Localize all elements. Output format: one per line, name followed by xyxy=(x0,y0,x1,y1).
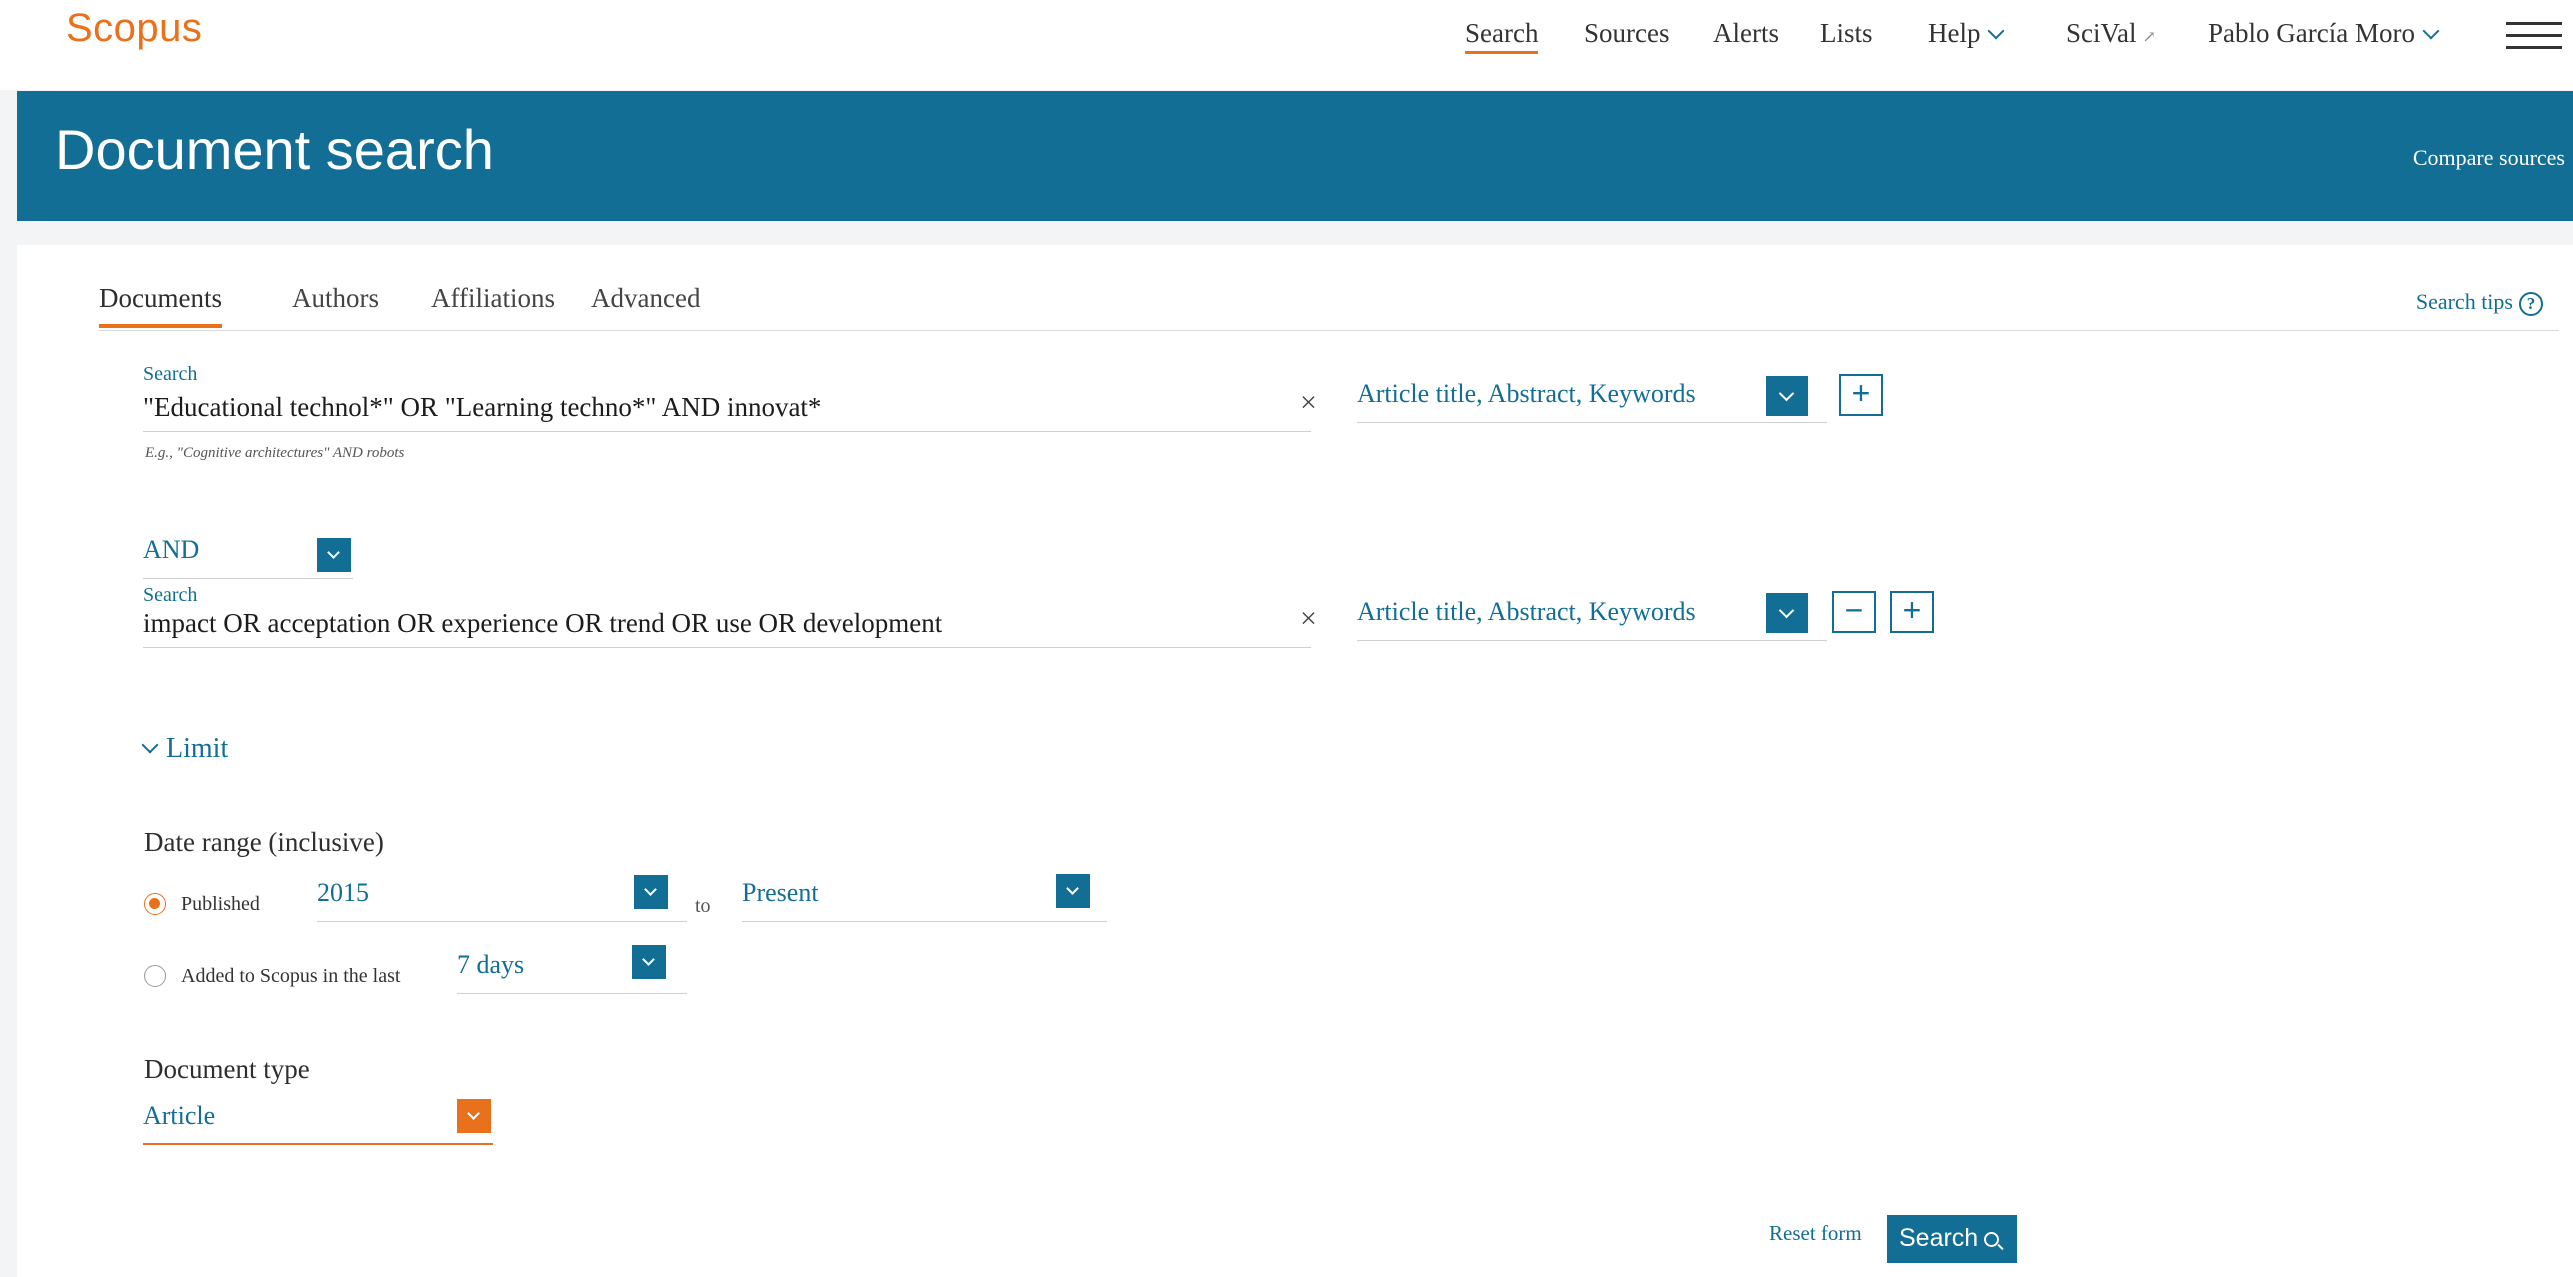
to-year-select[interactable]: Present xyxy=(742,878,1107,922)
from-year-select[interactable]: 2015 xyxy=(317,878,687,922)
search-field-dropdown-2[interactable] xyxy=(1766,593,1808,633)
page-header: Document search Compare sources xyxy=(17,91,2573,221)
nav-user-menu[interactable]: Pablo García Moro xyxy=(2208,18,2440,49)
tab-affiliations[interactable]: Affiliations xyxy=(431,283,555,314)
added-period-value: 7 days xyxy=(457,950,525,979)
chevron-down-icon xyxy=(1987,22,2005,40)
search-tips-label: Search tips xyxy=(2415,289,2513,314)
search-field-select-1[interactable]: Article title, Abstract, Keywords xyxy=(1357,379,1827,423)
nav-alerts[interactable]: Alerts xyxy=(1713,18,1779,49)
search-tips-link[interactable]: Search tips? xyxy=(2416,289,2543,316)
nav-search[interactable]: Search xyxy=(1465,18,1539,54)
operator-value: AND xyxy=(143,535,200,564)
search-field-value-2: Article title, Abstract, Keywords xyxy=(1357,597,1696,626)
search-field-dropdown-1[interactable] xyxy=(1766,376,1808,416)
search-example: E.g., "Cognitive architectures" AND robo… xyxy=(145,445,405,461)
nav-help[interactable]: Help xyxy=(1928,18,2005,49)
remove-field-button[interactable]: − xyxy=(1832,591,1876,633)
clear-search-2-icon[interactable]: × xyxy=(1300,602,1317,636)
published-radio[interactable] xyxy=(144,893,166,915)
compare-sources-link[interactable]: Compare sources xyxy=(2413,145,2565,171)
help-circle-icon: ? xyxy=(2519,292,2543,316)
chevron-down-icon xyxy=(141,736,159,754)
tab-authors[interactable]: Authors xyxy=(292,283,379,314)
reset-form-link[interactable]: Reset form xyxy=(1769,1221,1862,1246)
clear-search-1-icon[interactable]: × xyxy=(1300,386,1317,420)
limit-label: Limit xyxy=(166,733,229,764)
nav-sources[interactable]: Sources xyxy=(1584,18,1669,49)
hamburger-menu-icon[interactable] xyxy=(2506,22,2562,52)
search-input-1[interactable]: "Educational technol*" OR "Learning tech… xyxy=(143,392,1311,432)
nav-scival[interactable]: SciVal ↗ xyxy=(2066,18,2156,49)
added-label: Added to Scopus in the last xyxy=(181,965,401,987)
date-range-heading: Date range (inclusive) xyxy=(144,827,384,857)
to-year-value: Present xyxy=(742,878,819,907)
limit-toggle[interactable]: Limit xyxy=(141,733,229,765)
search-label: Search xyxy=(143,363,198,385)
scopus-logo[interactable]: Scopus xyxy=(66,6,202,51)
search-tabs: Documents Authors Affiliations Advanced xyxy=(99,283,2559,331)
document-type-value: Article xyxy=(143,1101,216,1130)
published-label: Published xyxy=(181,893,260,915)
search-input-2[interactable]: impact OR acceptation OR experience OR t… xyxy=(143,608,1311,648)
search-button[interactable]: Search xyxy=(1887,1215,2017,1263)
search-button-label: Search xyxy=(1899,1224,1979,1252)
user-name: Pablo García Moro xyxy=(2208,18,2415,48)
search-panel: Documents Authors Affiliations Advanced … xyxy=(17,245,2573,1277)
to-label: to xyxy=(695,895,711,917)
external-link-icon: ↗ xyxy=(2142,29,2156,46)
page-title: Document search xyxy=(55,118,494,181)
tab-advanced[interactable]: Advanced xyxy=(591,283,700,314)
to-year-dropdown[interactable] xyxy=(1056,874,1090,908)
document-type-select[interactable]: Article xyxy=(143,1101,493,1145)
search-field-value-1: Article title, Abstract, Keywords xyxy=(1357,379,1696,408)
added-radio[interactable] xyxy=(144,965,166,987)
search-field-select-2[interactable]: Article title, Abstract, Keywords xyxy=(1357,597,1827,641)
from-year-dropdown[interactable] xyxy=(634,875,668,909)
from-year-value: 2015 xyxy=(317,878,369,907)
nav-lists[interactable]: Lists xyxy=(1820,18,1873,49)
nav-scival-label: SciVal xyxy=(2066,18,2137,48)
tab-documents[interactable]: Documents xyxy=(99,283,222,328)
chevron-down-icon xyxy=(2422,22,2440,40)
add-field-button-2[interactable]: + xyxy=(1890,591,1934,633)
added-period-dropdown[interactable] xyxy=(632,945,666,979)
document-type-dropdown[interactable] xyxy=(457,1099,491,1133)
search-icon xyxy=(1984,1232,2000,1247)
search-label-2: Search xyxy=(143,584,198,606)
nav-help-label: Help xyxy=(1928,18,1981,48)
document-type-heading: Document type xyxy=(144,1054,310,1084)
add-field-button[interactable]: + xyxy=(1839,374,1883,416)
top-navigation: Scopus Search Sources Alerts Lists Help … xyxy=(0,0,2573,90)
operator-dropdown[interactable] xyxy=(317,538,351,572)
